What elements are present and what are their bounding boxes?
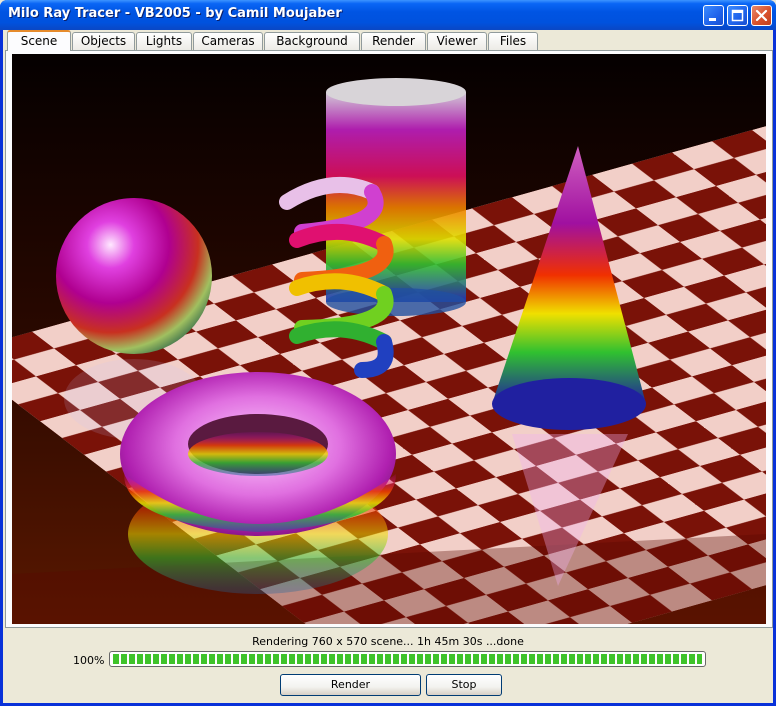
progress-fill: [113, 654, 702, 664]
render-button[interactable]: Render: [280, 674, 421, 696]
window-title: Milo Ray Tracer - VB2005 - by Camil Mouj…: [8, 6, 342, 21]
tab-scene[interactable]: Scene: [7, 30, 71, 51]
stop-button[interactable]: Stop: [426, 674, 502, 696]
render-viewport: [12, 54, 766, 624]
tab-viewer[interactable]: Viewer: [427, 32, 487, 50]
minimize-button[interactable]: [703, 5, 724, 26]
tab-objects[interactable]: Objects: [72, 32, 135, 50]
scene-panel: [5, 50, 773, 628]
close-icon: [755, 9, 768, 22]
maximize-button[interactable]: [727, 5, 748, 26]
tab-background[interactable]: Background: [264, 32, 360, 50]
close-button[interactable]: [751, 5, 772, 26]
title-bar[interactable]: Milo Ray Tracer - VB2005 - by Camil Mouj…: [0, 0, 776, 30]
app-window: Milo Ray Tracer - VB2005 - by Camil Mouj…: [0, 0, 776, 706]
tab-strip: Scene Objects Lights Cameras Background …: [5, 30, 773, 51]
maximize-icon: [731, 9, 744, 22]
status-message: Rendering 760 x 570 scene... 1h 45m 30s …: [252, 635, 524, 648]
minimize-icon: [709, 18, 716, 21]
rendered-scene-image: [12, 54, 766, 624]
tab-lights[interactable]: Lights: [136, 32, 192, 50]
progress-percent: 100%: [73, 654, 105, 667]
tab-files[interactable]: Files: [488, 32, 538, 50]
progress-bar: [109, 651, 706, 667]
tab-cameras[interactable]: Cameras: [193, 32, 263, 50]
tab-render[interactable]: Render: [361, 32, 426, 50]
